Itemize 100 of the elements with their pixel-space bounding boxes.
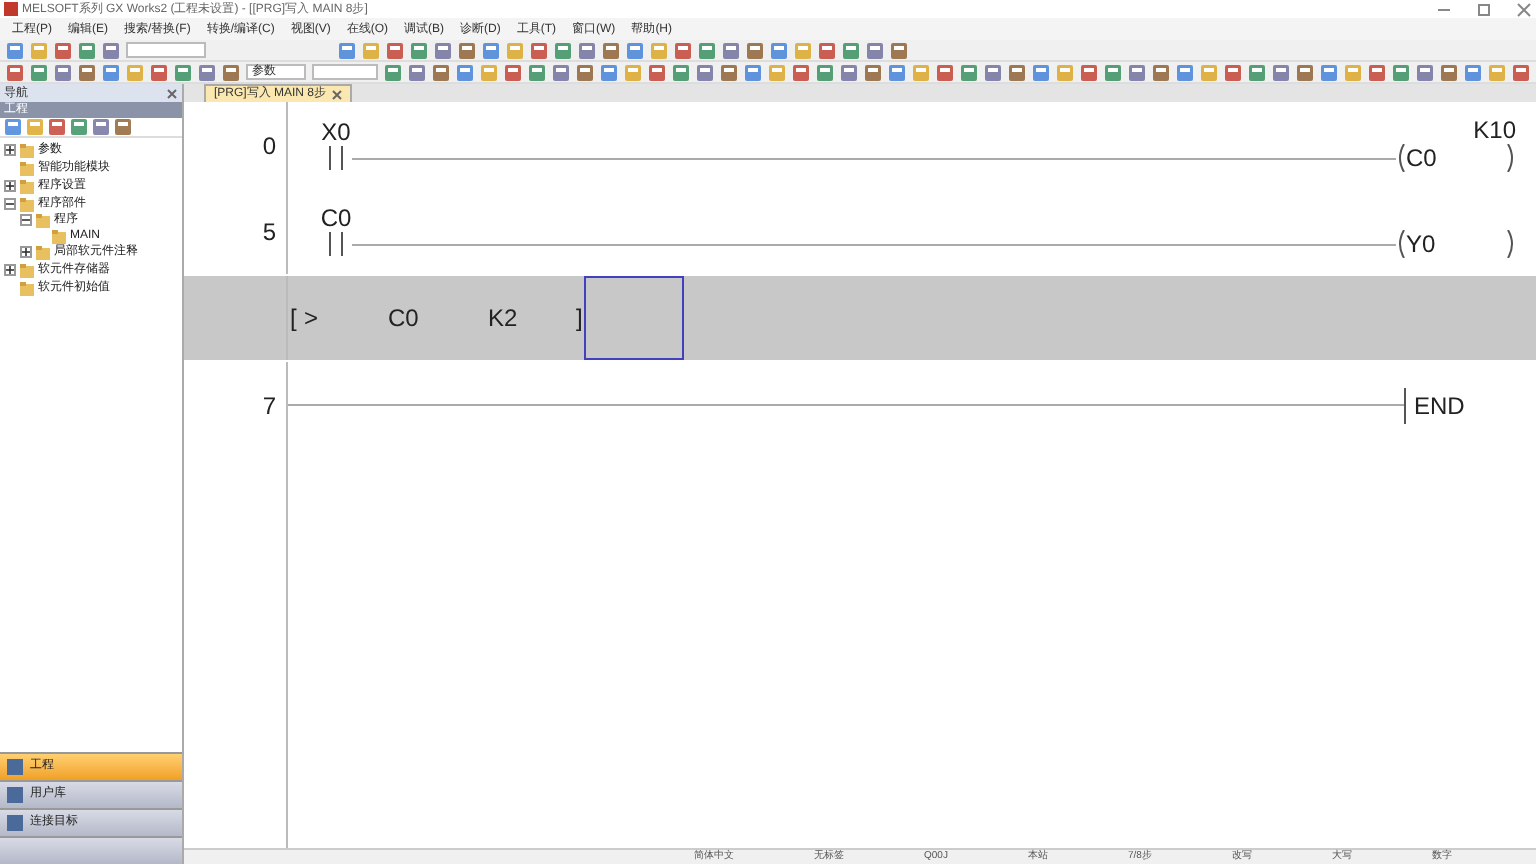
toolbar-icon[interactable]: [792, 63, 810, 81]
toolbar-icon[interactable]: [408, 63, 426, 81]
toolbar-icon[interactable]: [746, 41, 764, 59]
toolbar-icon[interactable]: [26, 118, 44, 136]
toolbar-icon[interactable]: [150, 63, 168, 81]
toolbar-icon[interactable]: [698, 41, 716, 59]
toolbar-icon[interactable]: [672, 63, 690, 81]
toolbar-icon[interactable]: [92, 118, 110, 136]
toolbar-icon[interactable]: [816, 63, 834, 81]
toolbar-icon[interactable]: [912, 63, 930, 81]
toolbar-icon[interactable]: [114, 118, 132, 136]
toolbar-icon[interactable]: [432, 63, 450, 81]
toolbar-icon[interactable]: [458, 41, 476, 59]
toolbar-icon[interactable]: [1512, 63, 1530, 81]
close-icon[interactable]: [332, 89, 343, 99]
toolbar-icon[interactable]: [794, 41, 812, 59]
toolbar-icon[interactable]: [936, 63, 954, 81]
close-icon[interactable]: [1516, 1, 1532, 17]
toolbar-icon[interactable]: [1296, 63, 1314, 81]
toolbar-icon[interactable]: [1176, 63, 1194, 81]
toolbar-icon[interactable]: [674, 41, 692, 59]
toolbar-icon[interactable]: [504, 63, 522, 81]
toolbar-icon[interactable]: [530, 41, 548, 59]
toolbar-icon[interactable]: [648, 63, 666, 81]
toolbar-icon[interactable]: [720, 63, 738, 81]
toolbar-icon[interactable]: [1368, 63, 1386, 81]
toolbar-icon[interactable]: [1440, 63, 1458, 81]
cursor-box[interactable]: [584, 276, 684, 360]
toolbar-icon[interactable]: [386, 41, 404, 59]
toolbar-icon[interactable]: [768, 63, 786, 81]
toolbar-combo[interactable]: [126, 42, 206, 58]
expander-icon[interactable]: [4, 198, 16, 210]
toolbar-icon[interactable]: [1392, 63, 1410, 81]
toolbar-icon[interactable]: [722, 41, 740, 59]
toolbar-icon[interactable]: [960, 63, 978, 81]
close-icon[interactable]: [166, 87, 178, 99]
toolbar-icon[interactable]: [6, 63, 24, 81]
toolbar-icon[interactable]: [482, 41, 500, 59]
toolbar-icon[interactable]: [840, 63, 858, 81]
toolbar-icon[interactable]: [222, 63, 240, 81]
toolbar-icon[interactable]: [480, 63, 498, 81]
toolbar-icon[interactable]: [384, 63, 402, 81]
toolbar-icon[interactable]: [554, 41, 572, 59]
toolbar-icon[interactable]: [1272, 63, 1290, 81]
toolbar-icon[interactable]: [54, 41, 72, 59]
toolbar-icon[interactable]: [126, 63, 144, 81]
toolbar-icon[interactable]: [552, 63, 570, 81]
maximize-icon[interactable]: [1476, 1, 1492, 17]
toolbar-icon[interactable]: [30, 63, 48, 81]
toolbar-icon[interactable]: [198, 63, 216, 81]
toolbar-icon[interactable]: [1224, 63, 1242, 81]
toolbar-icon[interactable]: [1464, 63, 1482, 81]
toolbar-icon[interactable]: [696, 63, 714, 81]
toolbar-icon[interactable]: [1248, 63, 1266, 81]
toolbar-icon[interactable]: [434, 41, 452, 59]
toolbar-icon[interactable]: [528, 63, 546, 81]
toolbar-icon[interactable]: [1320, 63, 1338, 81]
toolbar-icon[interactable]: [818, 41, 836, 59]
toolbar-icon[interactable]: [744, 63, 762, 81]
toolbar-icon[interactable]: [48, 118, 66, 136]
toolbar-icon[interactable]: [1104, 63, 1122, 81]
expander-icon[interactable]: [20, 214, 32, 226]
toolbar-icon[interactable]: [362, 41, 380, 59]
expander-icon[interactable]: [4, 180, 16, 192]
toolbar-icon[interactable]: [1128, 63, 1146, 81]
toolbar-icon[interactable]: [456, 63, 474, 81]
toolbar-icon[interactable]: [770, 41, 788, 59]
toolbar-icon[interactable]: [600, 63, 618, 81]
toolbar-icon[interactable]: [578, 41, 596, 59]
toolbar-icon[interactable]: [888, 63, 906, 81]
expander-icon[interactable]: [4, 144, 16, 156]
toolbar-icon[interactable]: [624, 63, 642, 81]
toolbar-combo[interactable]: [312, 64, 378, 80]
toolbar-icon[interactable]: [1152, 63, 1170, 81]
toolbar-icon[interactable]: [102, 63, 120, 81]
toolbar-icon[interactable]: [78, 41, 96, 59]
toolbar-icon[interactable]: [4, 118, 22, 136]
toolbar-icon[interactable]: [1344, 63, 1362, 81]
toolbar-icon[interactable]: [864, 63, 882, 81]
toolbar-icon[interactable]: [1200, 63, 1218, 81]
expander-icon[interactable]: [20, 246, 32, 258]
toolbar-icon[interactable]: [576, 63, 594, 81]
toolbar-icon[interactable]: [78, 63, 96, 81]
toolbar-icon[interactable]: [650, 41, 668, 59]
toolbar-icon[interactable]: [506, 41, 524, 59]
toolbar-icon[interactable]: [410, 41, 428, 59]
toolbar-icon[interactable]: [1080, 63, 1098, 81]
toolbar-icon[interactable]: [174, 63, 192, 81]
expander-icon[interactable]: [4, 264, 16, 276]
toolbar-icon[interactable]: [602, 41, 620, 59]
toolbar-icon[interactable]: [626, 41, 644, 59]
toolbar-icon[interactable]: [70, 118, 88, 136]
toolbar-icon[interactable]: [338, 41, 356, 59]
toolbar-icon[interactable]: [1416, 63, 1434, 81]
toolbar-icon[interactable]: [1056, 63, 1074, 81]
toolbar-icon[interactable]: [6, 41, 24, 59]
toolbar-icon[interactable]: [54, 63, 72, 81]
toolbar-icon[interactable]: [1008, 63, 1026, 81]
toolbar-icon[interactable]: [1032, 63, 1050, 81]
toolbar-icon[interactable]: [842, 41, 860, 59]
